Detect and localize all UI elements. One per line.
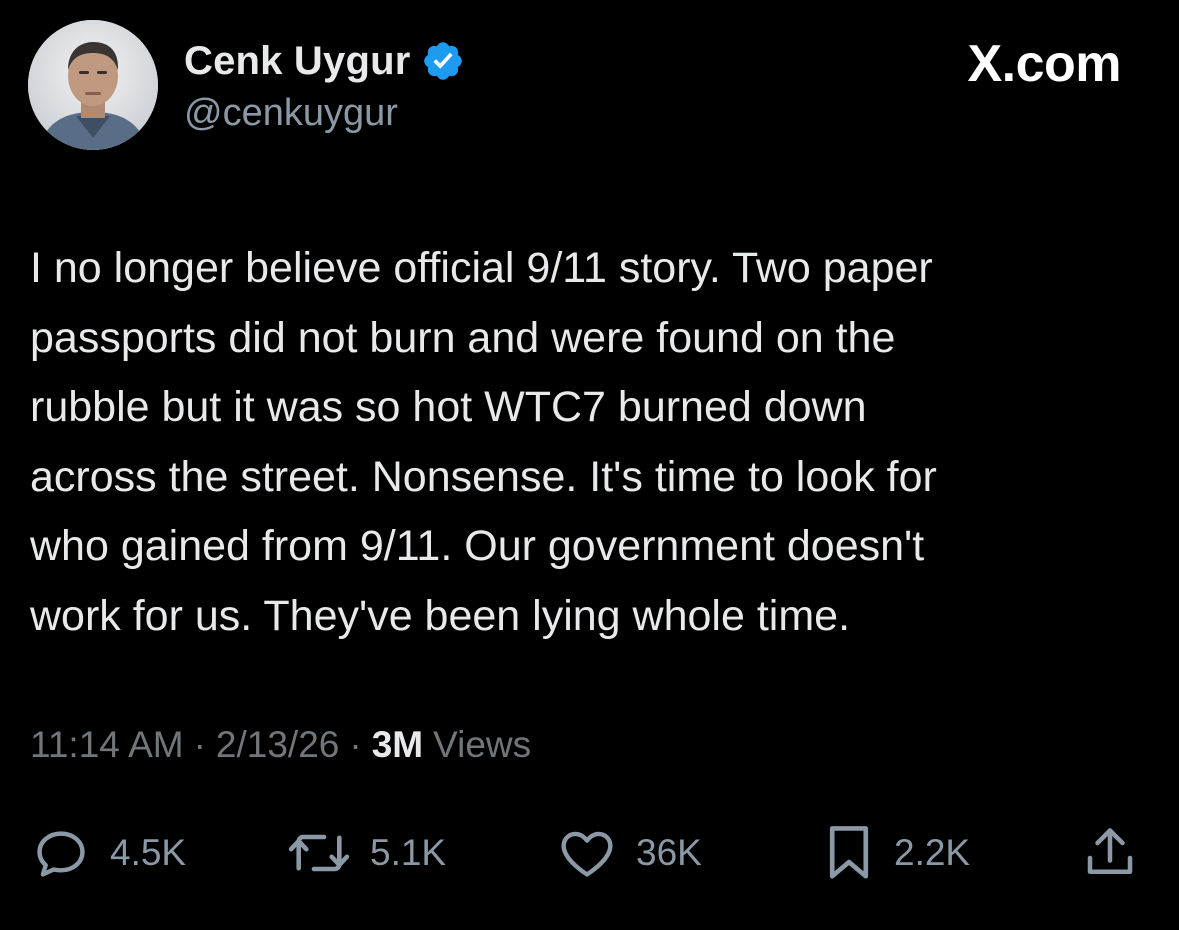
display-name[interactable]: Cenk Uygur xyxy=(184,39,411,84)
avatar[interactable] xyxy=(28,20,158,150)
action-bar: 4.5K 5.1K 36K 2.2K xyxy=(0,818,1179,888)
meta-separator: · xyxy=(193,724,206,765)
bookmark-button[interactable]: 2.2K xyxy=(822,818,970,888)
heart-icon xyxy=(561,831,613,877)
avatar-portrait-icon xyxy=(28,20,158,150)
author-handle[interactable]: @cenkuygur xyxy=(184,92,398,135)
meta-separator: · xyxy=(349,724,362,765)
tweet-meta: 11:14 AM · 2/13/26 · 3M Views xyxy=(30,724,531,766)
author-name-row: Cenk Uygur xyxy=(184,36,465,86)
like-count: 36K xyxy=(636,832,702,873)
share-upload-icon xyxy=(1087,828,1133,874)
tweet-card: Cenk Uygur @cenkuygur X.com I no longer … xyxy=(0,0,1179,930)
reply-count: 4.5K xyxy=(110,832,187,873)
retweet-count: 5.1K xyxy=(370,832,447,873)
bookmark-icon xyxy=(829,826,869,879)
verified-badge-icon xyxy=(423,42,462,80)
bookmark-count: 2.2K xyxy=(894,832,971,873)
brand-logo: X.com xyxy=(967,35,1121,93)
views-count: 3M xyxy=(371,724,424,765)
tweet-text: I no longer believe official 9/11 story.… xyxy=(30,244,937,640)
retweet-button[interactable]: 5.1K xyxy=(286,818,446,888)
like-button[interactable]: 36K xyxy=(556,818,702,888)
share-button[interactable] xyxy=(1080,818,1140,888)
tweet-date[interactable]: 2/13/26 xyxy=(216,724,339,766)
speech-bubble-icon xyxy=(37,831,85,877)
views-label: Views xyxy=(433,724,532,765)
retweet-arrows-icon xyxy=(288,834,350,872)
reply-button[interactable]: 4.5K xyxy=(30,818,186,888)
tweet-time[interactable]: 11:14 AM xyxy=(30,724,184,766)
